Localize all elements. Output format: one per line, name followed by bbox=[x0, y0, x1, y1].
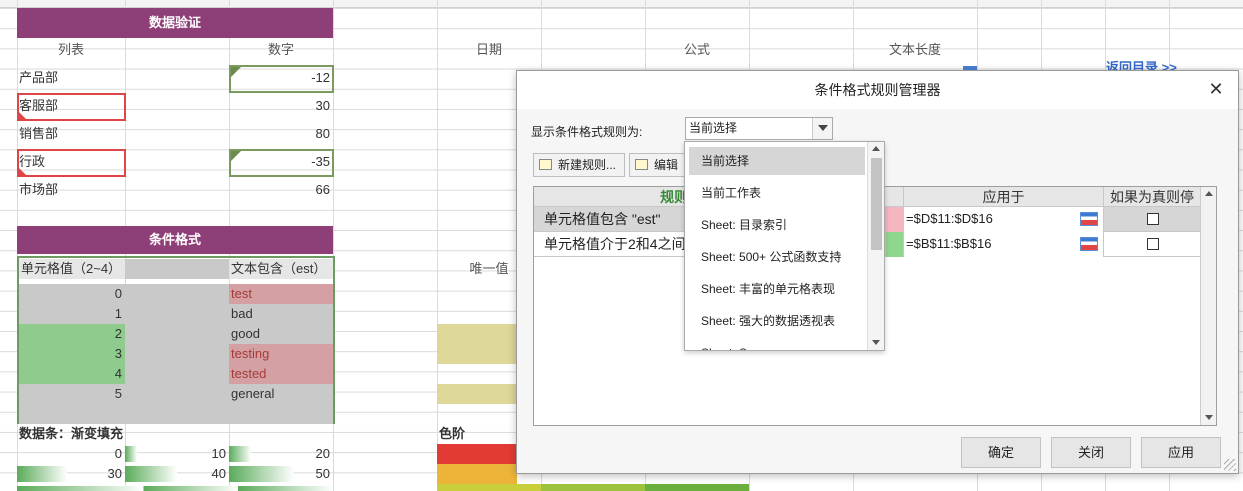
cf-empty-cell bbox=[19, 404, 125, 424]
scroll-down-icon[interactable] bbox=[868, 338, 884, 348]
databar-cell[interactable]: 50 bbox=[229, 464, 333, 484]
stop-if-true-checkbox[interactable] bbox=[1147, 238, 1159, 250]
unique-value-fill bbox=[437, 324, 517, 364]
show-rules-dropdown-list[interactable]: 当前选择 当前工作表 Sheet: 目录索引 Sheet: 500+ 公式函数支… bbox=[684, 141, 885, 351]
number-cell[interactable]: 30 bbox=[229, 96, 333, 116]
databar-row-partial bbox=[17, 486, 333, 491]
dialog-title: 条件格式规则管理器 bbox=[517, 71, 1238, 109]
comment-marker bbox=[18, 167, 28, 177]
dropdown-scrollbar[interactable] bbox=[867, 142, 884, 350]
cf-empty-column bbox=[125, 284, 229, 424]
databar-label: 数据条：渐变填充 bbox=[19, 426, 124, 441]
dropdown-option[interactable]: Sheet: 500+ 公式函数支持 bbox=[689, 243, 865, 271]
cf-col-empty bbox=[125, 259, 229, 279]
format-preview-swatch bbox=[886, 207, 904, 232]
databar-cell[interactable]: 0 bbox=[17, 444, 125, 464]
colorscale-cell[interactable] bbox=[541, 484, 645, 491]
format-preview-swatch bbox=[886, 232, 904, 257]
databar-cell[interactable]: 30 bbox=[17, 464, 125, 484]
cf-band: 条件格式 bbox=[17, 226, 333, 254]
colorscale-cell[interactable] bbox=[645, 484, 749, 491]
cf-col2-header: 文本包含（est） bbox=[229, 259, 333, 279]
cf-text[interactable]: tested bbox=[229, 364, 333, 384]
scroll-down-icon[interactable] bbox=[1201, 413, 1218, 423]
colorscale-cell[interactable] bbox=[437, 484, 541, 491]
show-rules-label: 显示条件格式规则为: bbox=[531, 125, 643, 139]
invalid-circle bbox=[17, 93, 126, 121]
colorscale-cell[interactable] bbox=[437, 444, 517, 464]
col-formula-header: 公式 bbox=[683, 42, 710, 57]
stop-if-true-cell[interactable] bbox=[1104, 232, 1201, 257]
chevron-down-icon[interactable] bbox=[812, 118, 832, 139]
cf-value[interactable]: 5 bbox=[19, 384, 125, 404]
scroll-up-icon[interactable] bbox=[868, 144, 884, 154]
cf-value[interactable]: 4 bbox=[19, 364, 125, 384]
combo-value: 当前选择 bbox=[689, 121, 738, 135]
dropdown-option[interactable]: 当前工作表 bbox=[689, 179, 865, 207]
validation-marker bbox=[231, 67, 241, 77]
cf-text[interactable]: bad bbox=[229, 304, 333, 324]
applies-to-value[interactable]: =$B$11:$B$16 bbox=[904, 232, 1104, 257]
number-cell[interactable]: 80 bbox=[229, 124, 333, 144]
list-item[interactable]: 产品部 bbox=[17, 68, 125, 88]
edit-rule-button[interactable]: 编辑 bbox=[629, 153, 685, 177]
dropdown-option[interactable]: 当前选择 bbox=[689, 147, 865, 175]
validation-band: 数据验证 bbox=[17, 8, 333, 38]
cf-text[interactable]: testing bbox=[229, 344, 333, 364]
col-date-header: 日期 bbox=[475, 42, 502, 57]
invalid-circle bbox=[17, 149, 126, 177]
new-rule-button[interactable]: 新建规则... bbox=[533, 153, 625, 177]
cf-value[interactable]: 1 bbox=[19, 304, 125, 324]
stop-if-true-cell[interactable] bbox=[1104, 207, 1201, 232]
new-rule-icon bbox=[539, 159, 552, 170]
invalid-circle bbox=[229, 149, 334, 177]
close-icon[interactable]: ✕ bbox=[1206, 79, 1226, 99]
column-header-strip bbox=[0, 0, 1243, 8]
col-textlen-header: 文本长度 bbox=[888, 42, 941, 57]
scroll-up-icon[interactable] bbox=[1201, 189, 1218, 199]
cf-text[interactable]: good bbox=[229, 324, 333, 344]
cf-value[interactable]: 2 bbox=[19, 324, 125, 344]
dropdown-option[interactable]: Sheet: Sp... bbox=[689, 339, 865, 350]
comment-marker bbox=[18, 111, 28, 121]
dropdown-option[interactable]: Sheet: 目录索引 bbox=[689, 211, 865, 239]
validation-marker bbox=[231, 151, 241, 161]
ok-button[interactable]: 确定 bbox=[961, 437, 1041, 468]
list-item[interactable]: 市场部 bbox=[17, 180, 125, 200]
dropdown-option[interactable]: Sheet: 丰富的单元格表现 bbox=[689, 275, 865, 303]
databar-cell[interactable]: 20 bbox=[229, 444, 333, 464]
databar-cell[interactable]: 10 bbox=[125, 444, 229, 464]
databar-cell[interactable]: 40 bbox=[125, 464, 229, 484]
colorscale-label: 色阶 bbox=[439, 426, 466, 441]
number-cell[interactable]: 66 bbox=[229, 180, 333, 200]
cf-col1-header: 单元格值（2~4） bbox=[19, 259, 125, 279]
cf-value[interactable]: 3 bbox=[19, 344, 125, 364]
range-select-icon[interactable] bbox=[1080, 212, 1098, 226]
applies-column-header[interactable]: 应用于 bbox=[904, 187, 1104, 207]
apply-button[interactable]: 应用 bbox=[1141, 437, 1221, 468]
range-select-icon[interactable] bbox=[1080, 237, 1098, 251]
stop-column-header[interactable]: 如果为真则停 bbox=[1104, 187, 1201, 207]
colorscale-cell[interactable] bbox=[437, 464, 517, 484]
cf-value[interactable]: 0 bbox=[19, 284, 125, 304]
cf-text[interactable]: test bbox=[229, 284, 333, 304]
unique-value-fill bbox=[437, 384, 517, 404]
list-item[interactable]: 销售部 bbox=[17, 124, 125, 144]
cf-text[interactable]: general bbox=[229, 384, 333, 404]
col-list-header: 列表 bbox=[57, 42, 84, 57]
scroll-thumb[interactable] bbox=[871, 158, 882, 250]
dropdown-option[interactable]: Sheet: 强大的数据透视表 bbox=[689, 307, 865, 335]
applies-to-value[interactable]: =$D$11:$D$16 bbox=[904, 207, 1104, 232]
invalid-circle bbox=[229, 65, 334, 93]
edit-rule-icon bbox=[635, 159, 648, 170]
resize-grip-icon[interactable] bbox=[1224, 459, 1236, 471]
rules-scrollbar[interactable] bbox=[1200, 187, 1216, 425]
close-button[interactable]: 关闭 bbox=[1051, 437, 1131, 468]
stop-if-true-checkbox[interactable] bbox=[1147, 213, 1159, 225]
cf-empty-cell bbox=[229, 404, 333, 424]
col-number-header: 数字 bbox=[267, 42, 294, 57]
show-rules-combo[interactable]: 当前选择 bbox=[685, 117, 833, 140]
